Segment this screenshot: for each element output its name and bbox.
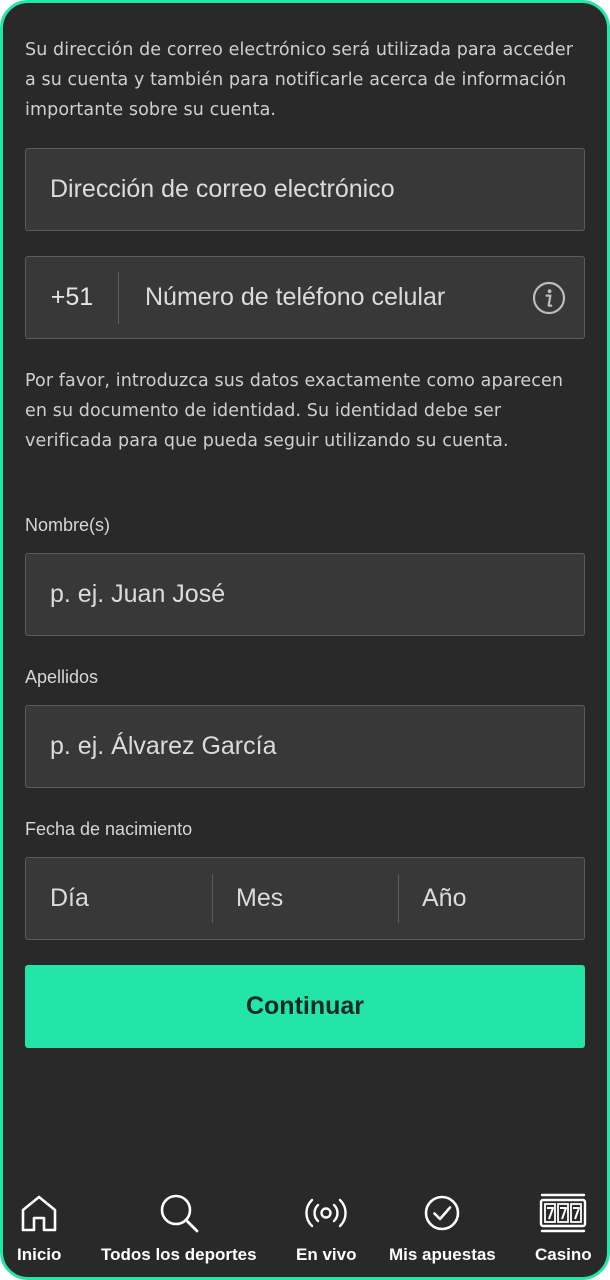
email-field-container	[25, 148, 585, 231]
email-usage-text: Su dirección de correo electrónico será …	[25, 40, 574, 120]
nav-item-casino[interactable]: Casino	[535, 1191, 592, 1265]
continue-button[interactable]: Continuar	[25, 965, 585, 1048]
nav-item-my-bets[interactable]: Mis apuestas	[389, 1191, 496, 1265]
birth-day-part	[26, 858, 212, 939]
birth-year-input[interactable]	[398, 858, 584, 939]
nav-label-casino: Casino	[535, 1245, 592, 1264]
check-circle-icon	[425, 1195, 460, 1231]
country-code-prefix[interactable]: +51	[26, 271, 119, 324]
last-name-label: Apellidos	[25, 667, 99, 687]
email-input[interactable]	[26, 149, 584, 230]
phone-field-container: +51	[25, 256, 585, 339]
search-icon	[160, 1194, 199, 1233]
last-name-input[interactable]	[26, 706, 584, 787]
birth-date-field-container	[25, 857, 585, 940]
birth-date-label: Fecha de nacimiento	[25, 819, 193, 839]
birth-year-part	[398, 858, 584, 939]
nav-label-home: Inicio	[17, 1245, 62, 1264]
first-name-input[interactable]	[26, 554, 584, 635]
birth-month-input[interactable]	[212, 858, 398, 939]
slot-machine-icon	[540, 1193, 587, 1233]
first-name-label: Nombre(s)	[25, 515, 111, 535]
nav-label-live: En vivo	[296, 1245, 357, 1264]
nav-item-all-sports[interactable]: Todos los deportes	[101, 1191, 257, 1265]
birth-day-input[interactable]	[26, 858, 212, 939]
live-broadcast-icon	[305, 1198, 347, 1228]
info-icon[interactable]	[532, 281, 566, 315]
bottom-navigation: Inicio Todos los deportes En vivo Mis ap…	[3, 1191, 607, 1277]
birth-month-part	[212, 858, 398, 939]
app-screen: Su dirección de correo electrónico será …	[0, 0, 610, 1280]
home-icon	[21, 1195, 57, 1232]
nav-item-live[interactable]: En vivo	[296, 1191, 356, 1265]
nav-label-all-sports: Todos los deportes	[101, 1245, 257, 1264]
phone-input[interactable]	[119, 257, 532, 338]
last-name-field-container	[25, 705, 585, 788]
nav-item-home[interactable]: Inicio	[17, 1191, 61, 1265]
identity-instructions-text: Por favor, introduzca sus datos exactame…	[25, 371, 564, 451]
first-name-field-container	[25, 553, 585, 636]
nav-label-my-bets: Mis apuestas	[389, 1245, 496, 1264]
